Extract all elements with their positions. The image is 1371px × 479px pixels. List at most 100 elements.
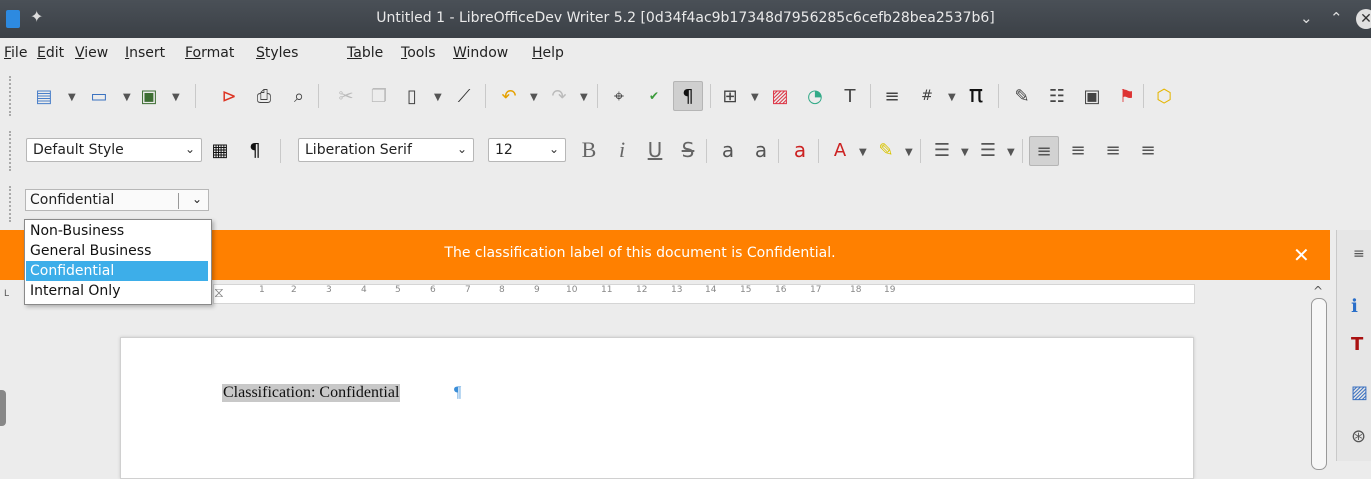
print-icon[interactable]: ⎙: [250, 82, 278, 110]
highlight-color-icon[interactable]: ✎: [872, 136, 900, 164]
classification-option-selected[interactable]: Confidential: [26, 261, 208, 281]
bold-icon[interactable]: B: [575, 136, 603, 164]
paragraph-style-combo[interactable]: Default Style ⌄: [26, 138, 202, 162]
save-icon[interactable]: ▣: [135, 82, 163, 110]
new-dropdown-arrow-icon[interactable]: ▼: [68, 92, 76, 103]
classification-option[interactable]: Non-Business: [26, 221, 208, 241]
numbered-list-icon[interactable]: ☰: [974, 136, 1002, 164]
subscript-icon[interactable]: a: [747, 136, 775, 164]
open-dropdown-arrow-icon[interactable]: ▼: [123, 92, 131, 103]
clone-formatting-icon[interactable]: ⟋: [450, 82, 478, 110]
export-pdf-icon[interactable]: ⊳: [215, 82, 243, 110]
tab-stop-icon[interactable]: L: [4, 289, 9, 299]
align-center-icon[interactable]: ≡: [1064, 136, 1092, 164]
clear-formatting-icon[interactable]: a: [786, 136, 814, 164]
align-right-icon[interactable]: ≡: [1099, 136, 1127, 164]
table-dropdown-arrow-icon[interactable]: ▼: [751, 92, 759, 103]
document-page[interactable]: Classification: Confidential ¶: [120, 337, 1194, 479]
update-style-icon[interactable]: ▦: [206, 136, 234, 164]
menu-edit[interactable]: Edit: [37, 45, 64, 61]
sidebar-menu-icon[interactable]: ≡: [1353, 246, 1371, 268]
scrollbar-thumb[interactable]: [1311, 298, 1327, 470]
indent-marker-icon[interactable]: ⧖: [214, 285, 224, 301]
formatting-marks-icon[interactable]: ¶: [673, 81, 703, 111]
insert-field-icon[interactable]: #: [913, 82, 941, 110]
menu-styles[interactable]: Styles: [256, 45, 298, 61]
menu-tools[interactable]: Tools: [401, 45, 436, 61]
menu-format[interactable]: Format: [185, 45, 234, 61]
toolbar-handle[interactable]: [9, 186, 14, 222]
menu-view[interactable]: View: [75, 45, 108, 61]
paste-dropdown-arrow-icon[interactable]: ▼: [434, 92, 442, 103]
font-color-icon[interactable]: A: [826, 136, 854, 164]
open-icon[interactable]: ▭: [85, 82, 113, 110]
menu-window[interactable]: Window: [453, 45, 508, 61]
basic-shapes-icon[interactable]: ⬡: [1150, 82, 1178, 110]
left-panel-grip[interactable]: [0, 390, 6, 426]
classification-option[interactable]: Internal Only: [26, 281, 208, 301]
paste-icon[interactable]: ▯: [398, 82, 426, 110]
menu-table[interactable]: Table: [347, 45, 383, 61]
font-color-dropdown-arrow-icon[interactable]: ▼: [859, 147, 867, 158]
underline-icon[interactable]: U: [641, 136, 669, 164]
menu-help[interactable]: Help: [532, 45, 564, 61]
redo-icon[interactable]: ↷: [545, 82, 573, 110]
properties-icon[interactable]: ℹ: [1351, 296, 1371, 318]
insert-hyperlink-icon[interactable]: ✎: [1008, 82, 1036, 110]
chevron-down-icon: ⌄: [456, 142, 467, 156]
italic-icon[interactable]: i: [608, 136, 636, 164]
track-changes-icon[interactable]: ⚑: [1113, 82, 1141, 110]
new-document-icon[interactable]: ▤: [30, 82, 58, 110]
chevron-down-icon: ⌄: [548, 142, 559, 156]
copy-icon[interactable]: ❐: [365, 82, 393, 110]
gallery-icon[interactable]: ▨: [1351, 382, 1371, 404]
insert-textbox-icon[interactable]: T: [836, 82, 864, 110]
minimize-chevron-icon[interactable]: ⌄: [1300, 9, 1313, 27]
align-left-icon[interactable]: ≡: [1029, 136, 1059, 166]
bullet-list-dropdown-arrow-icon[interactable]: ▼: [961, 147, 969, 158]
field-dropdown-arrow-icon[interactable]: ▼: [948, 92, 956, 103]
cut-icon[interactable]: ✂: [332, 82, 360, 110]
insert-table-icon[interactable]: ⊞: [716, 82, 744, 110]
new-style-icon[interactable]: ¶: [241, 136, 269, 164]
redo-dropdown-arrow-icon[interactable]: ▼: [580, 92, 588, 103]
menu-insert[interactable]: Insert: [125, 45, 165, 61]
undo-icon[interactable]: ↶: [495, 82, 523, 110]
toolbar-handle[interactable]: [9, 131, 14, 171]
font-name-combo[interactable]: Liberation Serif ⌄: [298, 138, 474, 162]
maximize-chevron-icon[interactable]: ⌃: [1330, 9, 1343, 27]
infobar-close-icon[interactable]: ✕: [1293, 243, 1310, 267]
strikethrough-icon[interactable]: S: [674, 136, 702, 164]
toolbar-handle[interactable]: [9, 76, 14, 116]
font-size-combo[interactable]: 12 ⌄: [488, 138, 566, 162]
insert-chart-icon[interactable]: ◔: [801, 82, 829, 110]
spelling-icon[interactable]: ✔: [640, 82, 668, 110]
bullet-list-icon[interactable]: ☰: [928, 136, 956, 164]
align-justify-icon[interactable]: ≡: [1134, 136, 1162, 164]
insert-formula-icon[interactable]: π: [962, 80, 990, 108]
title-bar: ✦ Untitled 1 - LibreOfficeDev Writer 5.2…: [0, 0, 1371, 38]
classification-combo[interactable]: Confidential ⌄: [25, 189, 209, 211]
classification-field-text[interactable]: Classification: Confidential: [222, 384, 401, 402]
save-dropdown-arrow-icon[interactable]: ▼: [172, 92, 180, 103]
chevron-up-icon[interactable]: ^: [1313, 284, 1323, 298]
navigator-icon[interactable]: ⊛: [1351, 426, 1371, 448]
insert-page-break-icon[interactable]: ≡: [878, 82, 906, 110]
close-window-button[interactable]: ✕: [1356, 9, 1371, 29]
vertical-scrollbar[interactable]: ^: [1309, 284, 1329, 470]
insert-footnote-icon[interactable]: ☷: [1043, 82, 1071, 110]
styles-icon[interactable]: T: [1351, 334, 1371, 356]
insert-image-icon[interactable]: ▨: [766, 82, 794, 110]
print-preview-icon[interactable]: ⌕: [285, 82, 313, 110]
menu-file[interactable]: File: [4, 45, 27, 61]
insert-comment-icon[interactable]: ▣: [1078, 82, 1106, 110]
classification-option[interactable]: General Business: [26, 241, 208, 261]
undo-dropdown-arrow-icon[interactable]: ▼: [530, 92, 538, 103]
find-replace-icon[interactable]: ⌖: [605, 82, 633, 110]
chevron-down-icon[interactable]: ⌄: [192, 192, 202, 206]
superscript-icon[interactable]: a: [714, 136, 742, 164]
numbered-list-dropdown-arrow-icon[interactable]: ▼: [1007, 147, 1015, 158]
classification-value: Confidential: [30, 192, 115, 208]
highlight-dropdown-arrow-icon[interactable]: ▼: [905, 147, 913, 158]
formatting-toolbar: Default Style ⌄ ▦ ¶ Liberation Serif ⌄ 1…: [0, 125, 1371, 177]
